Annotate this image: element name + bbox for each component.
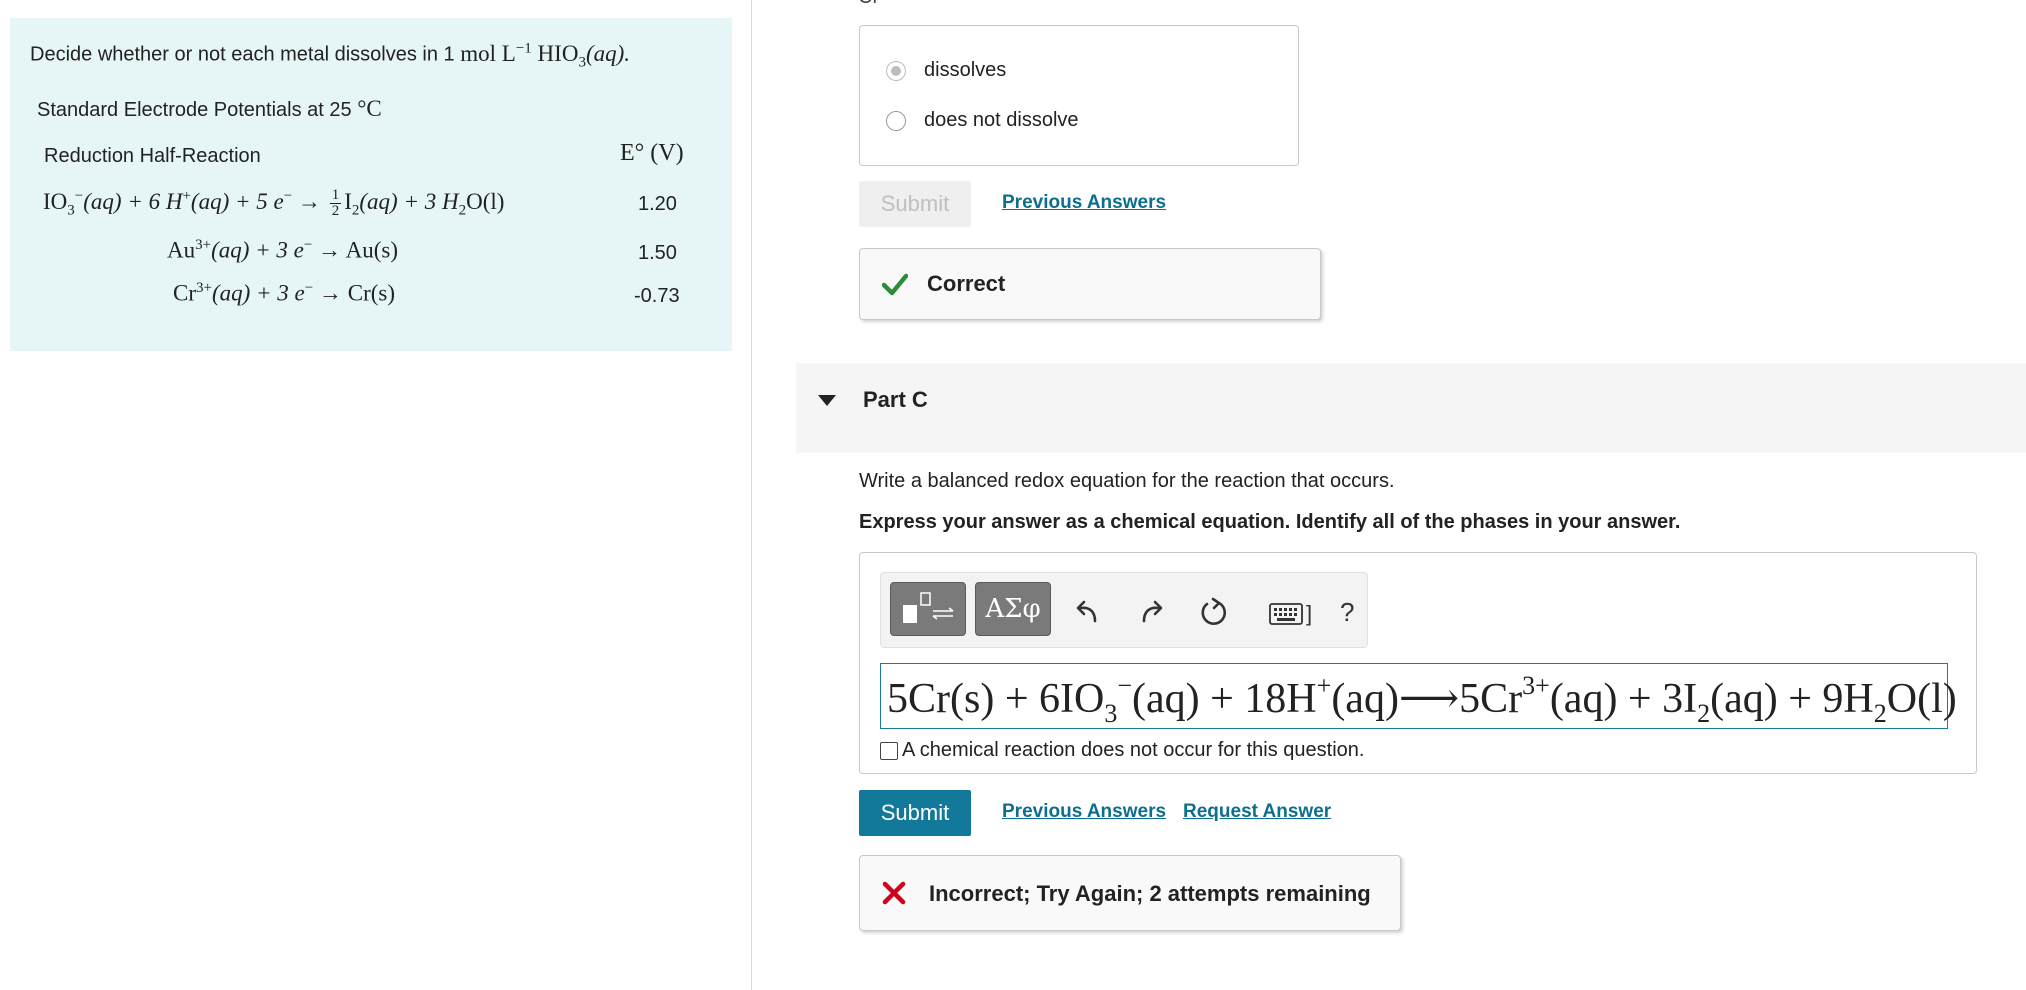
option-dissolves-label: dissolves [924,59,1007,81]
collapse-triangle-icon[interactable] [818,395,836,406]
keyboard-suffix: ] [1306,601,1313,626]
close-icon [882,881,906,905]
column-header-reaction: Reduction Half-Reaction [44,145,261,167]
equation-input[interactable]: 5Cr(s) + 6IO3−(aq) + 18H+(aq)⟶5Cr3+(aq) … [880,663,1957,729]
part-c-submit-button[interactable]: Submit [859,790,971,836]
fraction-one-half: 12 [329,187,342,219]
symbols-button[interactable]: ΑΣφ [975,582,1051,636]
no-reaction-label: A chemical reaction does not occur for t… [902,739,1365,761]
no-reaction-option[interactable]: A chemical reaction does not occur for t… [880,739,1364,762]
part-b-metal-label: Cr [858,0,879,9]
no-reaction-checkbox[interactable] [880,741,898,760]
reset-icon[interactable] [1197,595,1231,629]
potential-gold: 1.50 [638,242,677,264]
part-c-title: Part C [863,387,928,412]
radio-does-not-dissolve[interactable] [886,110,906,131]
part-b-feedback: Correct [859,248,1321,320]
part-b-options: dissolves does not dissolve [859,25,1299,166]
keyboard-icon [1269,603,1303,625]
answer-area: ΑΣφ ] ? 5Cr(s) + 6IO3−(aq) + 18H+(aq)⟶5C… [859,552,1977,774]
potential-iodate: 1.20 [638,193,677,215]
check-icon [882,273,908,296]
part-c-question: Write a balanced redox equation for the … [859,470,1395,492]
part-c-previous-answers-link[interactable]: Previous Answers [1002,801,1166,823]
part-c-feedback-text: Incorrect; Try Again; 2 attempts remaini… [929,881,1371,906]
problem-statement-panel: Decide whether or not each metal dissolv… [10,18,732,351]
radio-dissolves[interactable] [886,60,906,81]
potential-chromium: -0.73 [634,285,680,307]
reaction-row-iodate: IO3−(aq) + 6 H+(aq) + 5 e− → 1 2 I2(aq) + … [43,187,505,219]
part-c-instruction: Express your answer as a chemical equati… [859,511,1681,533]
option-dissolves[interactable]: dissolves [886,59,1006,82]
left-column: Decide whether or not each metal dissolv… [0,0,752,990]
part-c-header[interactable]: Part C [796,363,2026,453]
table-caption: Standard Electrode Potentials at 25 °C [37,96,382,121]
undo-icon[interactable] [1071,595,1105,629]
reaction-row-chromium: Cr3+(aq) + 3 e− → Cr(s) [173,280,396,306]
math-toolbar: ΑΣφ ] ? [880,572,1368,648]
equation-text: 5Cr(s) + 6IO3−(aq) + 18H+(aq)⟶5Cr3+(aq) … [887,671,1957,728]
option-does-not-dissolve-label: does not dissolve [924,109,1079,131]
problem-intro: Decide whether or not each metal dissolv… [30,40,630,71]
intro-text: Decide whether or not each metal dissolv… [30,43,455,66]
templates-button[interactable] [890,582,966,636]
column-header-potential: E° (V) [620,140,684,166]
part-b-submit-button[interactable]: Submit [859,181,971,227]
templates-icon [903,592,954,623]
reaction-row-gold: Au3+(aq) + 3 e− → Au(s) [167,237,398,263]
keyboard-button[interactable]: ] [1269,601,1312,627]
request-answer-link[interactable]: Request Answer [1183,801,1331,823]
part-b-feedback-text: Correct [927,271,1006,296]
help-button[interactable]: ? [1340,597,1354,628]
option-does-not-dissolve[interactable]: does not dissolve [886,109,1079,132]
part-c-feedback: Incorrect; Try Again; 2 attempts remaini… [859,855,1401,931]
part-b-previous-answers-link[interactable]: Previous Answers [1002,192,1166,214]
redo-icon[interactable] [1134,595,1168,629]
intro-unit: mol L−1 HIO3(aq). [460,40,631,71]
